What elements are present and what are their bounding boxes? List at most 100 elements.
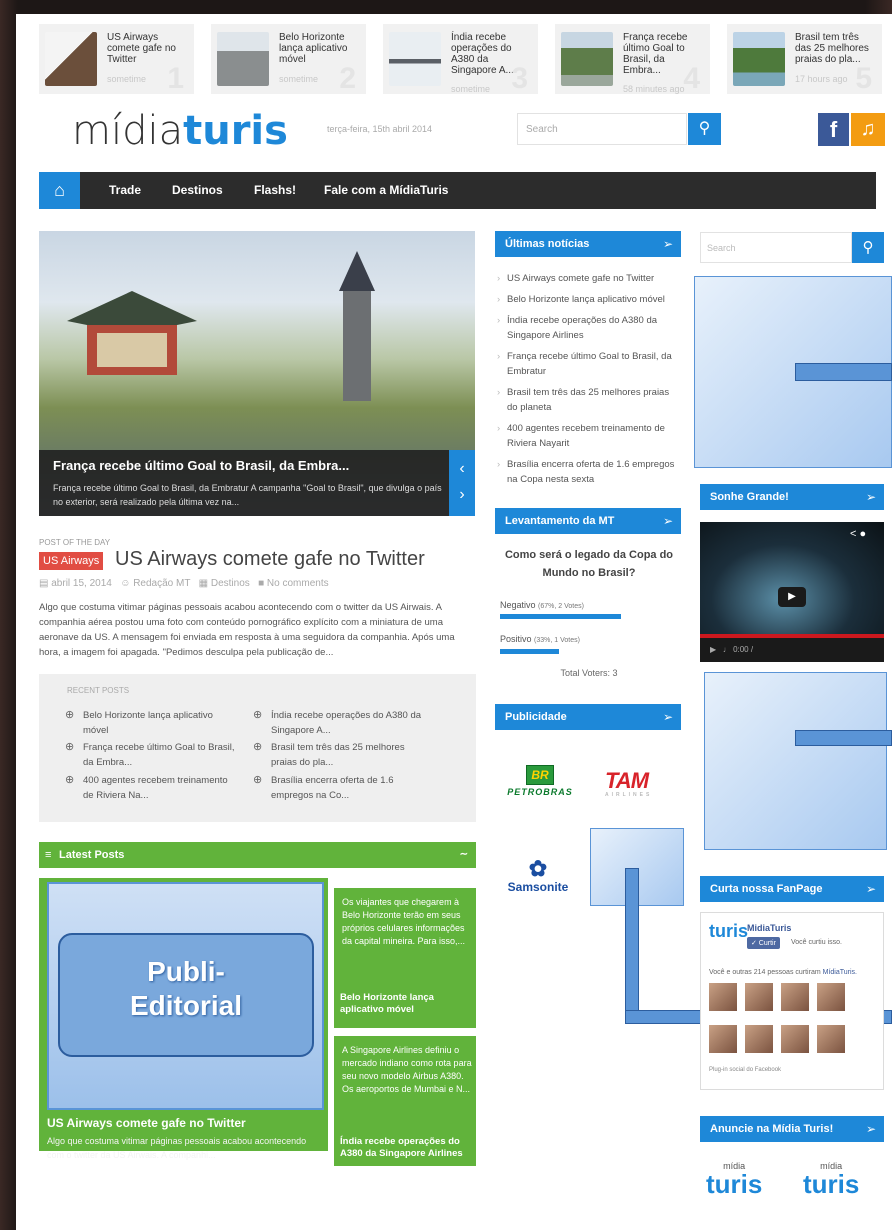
mt-big: turis bbox=[706, 1169, 763, 1199]
ticker-time: sometime bbox=[451, 84, 491, 94]
recent-post-item[interactable]: Brasília encerra oferta de 1.6 empregos … bbox=[253, 773, 423, 803]
latest-main-desc: Algo que costuma vitimar páginas pessoai… bbox=[47, 1136, 307, 1160]
chevron-right-icon[interactable]: › bbox=[449, 486, 475, 504]
fb-like-button[interactable]: ✓ Curtir bbox=[747, 937, 780, 949]
news-item[interactable]: Índia recebe operações do A380 da Singap… bbox=[497, 313, 681, 343]
ultimas-list: US Airways comete gafe no Twitter Belo H… bbox=[497, 271, 681, 493]
header-search-button[interactable]: ⚲ bbox=[688, 113, 721, 145]
fb-like-count: Você e outras 214 pessoas curtiram Mídia… bbox=[709, 969, 857, 976]
news-item[interactable]: US Airways comete gafe no Twitter bbox=[497, 271, 681, 286]
post-comments[interactable]: No comments bbox=[267, 578, 329, 589]
avatar[interactable] bbox=[709, 1025, 737, 1053]
midiaturis-logo[interactable]: mídia turis bbox=[706, 1162, 763, 1199]
news-item[interactable]: 400 agentes recebem treinamento de Rivie… bbox=[497, 421, 681, 451]
latest-card-3[interactable]: A Singapore Airlines definiu o mercado i… bbox=[334, 1036, 476, 1166]
fb-page-name[interactable]: MidiaTuris bbox=[747, 923, 791, 933]
poll-option-1: Negativo (67%, 2 Votes) bbox=[500, 600, 584, 610]
poll-option-1-label: Negativo bbox=[500, 600, 536, 610]
midiaturis-logo[interactable]: mídia turis bbox=[803, 1162, 860, 1199]
site-logo[interactable]: mídiaturis bbox=[72, 108, 288, 154]
latest-main-title: US Airways comete gafe no Twitter bbox=[47, 1116, 246, 1130]
tam-word: TAM bbox=[605, 768, 649, 793]
post-tag[interactable]: US Airways bbox=[39, 552, 104, 570]
ticker-item-4[interactable]: França recebe último Goal to Brasil, da … bbox=[555, 24, 710, 94]
sidebar-search-button[interactable]: ⚲ bbox=[852, 232, 884, 263]
video-time: 0:00 / bbox=[733, 645, 754, 654]
avatar[interactable] bbox=[745, 983, 773, 1011]
latest-card-3-text: A Singapore Airlines definiu o mercado i… bbox=[342, 1045, 472, 1094]
connector-line bbox=[625, 868, 639, 1024]
avatar[interactable] bbox=[817, 983, 845, 1011]
circle-arrow-icon: ➢ bbox=[662, 237, 673, 251]
nav-item-flashs[interactable]: Flashs! bbox=[254, 172, 296, 209]
post-author[interactable]: Redação MT bbox=[133, 578, 190, 589]
avatar[interactable] bbox=[781, 1025, 809, 1053]
recent-post-item[interactable]: Belo Horizonte lança aplicativo móvel bbox=[65, 708, 235, 738]
volume-icon[interactable]: ♩ bbox=[723, 645, 731, 654]
news-item[interactable]: Brasil tem três das 25 melhores praias d… bbox=[497, 385, 681, 415]
nav-item-trade[interactable]: Trade bbox=[109, 172, 141, 209]
header-date: terça-feira, 15th abril 2014 bbox=[327, 124, 433, 134]
ticker-item-2[interactable]: Belo Horizonte lança aplicativo móvel so… bbox=[211, 24, 366, 94]
ticker-thumb bbox=[217, 32, 269, 86]
ticker-item-5[interactable]: Brasil tem três das 25 melhores praias d… bbox=[727, 24, 882, 94]
slider-caption[interactable]: França recebe último Goal to Brasil, da … bbox=[39, 450, 449, 516]
petrobras-logo[interactable]: BR PETROBRAS bbox=[500, 765, 580, 797]
user-icon: ☺ bbox=[120, 578, 131, 589]
ticker-item-1[interactable]: US Airways comete gafe no Twitter someti… bbox=[39, 24, 194, 94]
ticker-time: sometime bbox=[107, 74, 147, 84]
rss-small-icon[interactable]: ∼ bbox=[460, 842, 468, 868]
tam-logo[interactable]: TAM AIRLINES bbox=[605, 768, 652, 798]
ticker-thumb bbox=[389, 32, 441, 86]
rss-icon[interactable]: ♫ bbox=[851, 113, 885, 146]
samsonite-word: Samsonite bbox=[507, 880, 569, 894]
ticker-num: 2 bbox=[339, 62, 356, 95]
nav-item-fale[interactable]: Fale com a MídiaTuris bbox=[324, 172, 448, 209]
recent-post-item[interactable]: 400 agentes recebem treinamento de Rivie… bbox=[65, 773, 235, 803]
avatar[interactable] bbox=[709, 983, 737, 1011]
header-search-input[interactable]: Search bbox=[517, 113, 687, 145]
home-icon[interactable]: ⌂ bbox=[39, 172, 80, 209]
news-item[interactable]: Belo Horizonte lança aplicativo móvel bbox=[497, 292, 681, 307]
latest-card-2[interactable]: Os viajantes que chegarem à Belo Horizon… bbox=[334, 888, 476, 1028]
recent-post-item[interactable]: França recebe último Goal to Brasil, da … bbox=[65, 740, 235, 770]
recent-post-item[interactable]: Índia recebe operações do A380 da Singap… bbox=[253, 708, 423, 738]
recent-posts-label: RECENT POSTS bbox=[67, 686, 130, 695]
circle-arrow-icon: ➢ bbox=[865, 882, 876, 896]
ticker-thumb bbox=[561, 32, 613, 86]
avatar[interactable] bbox=[745, 1025, 773, 1053]
slider-arrows[interactable]: ‹ › bbox=[449, 450, 475, 516]
poll-total-voters: Total Voters: 3 bbox=[560, 668, 618, 678]
placeholder-box bbox=[704, 672, 887, 850]
ticker-item-3[interactable]: Índia recebe operações do A380 da Singap… bbox=[383, 24, 538, 94]
post-category[interactable]: Destinos bbox=[211, 578, 250, 589]
avatar[interactable] bbox=[817, 1025, 845, 1053]
tower-shape bbox=[339, 251, 375, 401]
news-item[interactable]: Brasília encerra oferta de 1.6 empregos … bbox=[497, 457, 681, 487]
recent-post-item[interactable]: Brasil tem três das 25 melhores praias d… bbox=[253, 740, 423, 770]
search-icon: ⚲ bbox=[862, 239, 874, 256]
play-icon[interactable]: ▶ bbox=[778, 587, 806, 607]
sidebar-search-input[interactable]: Search bbox=[700, 232, 852, 263]
recent-posts-box: RECENT POSTS Belo Horizonte lança aplica… bbox=[39, 674, 476, 822]
nav-item-destinos[interactable]: Destinos bbox=[172, 172, 223, 209]
main-nav: ⌂ Trade Destinos Flashs! Fale com a Mídi… bbox=[39, 172, 876, 209]
news-item[interactable]: França recebe último Goal to Brasil, da … bbox=[497, 349, 681, 379]
ticker-num: 1 bbox=[167, 62, 184, 95]
samsonite-logo[interactable]: ✿ Samsonite bbox=[498, 858, 578, 895]
avatar[interactable] bbox=[781, 983, 809, 1011]
anuncie-label: Anuncie na Mídia Turis! bbox=[710, 1123, 834, 1135]
poll-header: Levantamento da MT ➢ bbox=[495, 508, 681, 534]
fb-page-link[interactable]: MídiaTuris. bbox=[823, 969, 857, 976]
poll-label: Levantamento da MT bbox=[505, 515, 615, 527]
post-title[interactable]: US Airways comete gafe no Twitter bbox=[115, 548, 425, 571]
share-icon[interactable]: < ● bbox=[850, 528, 866, 540]
fanpage-label: Curta nossa FanPage bbox=[710, 883, 823, 895]
comment-icon: ■ bbox=[258, 578, 265, 589]
chevron-left-icon[interactable]: ‹ bbox=[449, 460, 475, 478]
mt-big: turis bbox=[803, 1169, 860, 1199]
poll-option-2-label: Positivo bbox=[500, 634, 532, 644]
tam-sub: AIRLINES bbox=[605, 792, 653, 798]
facebook-icon[interactable]: f bbox=[818, 113, 849, 146]
play-small-icon[interactable]: ▶ bbox=[710, 645, 716, 654]
